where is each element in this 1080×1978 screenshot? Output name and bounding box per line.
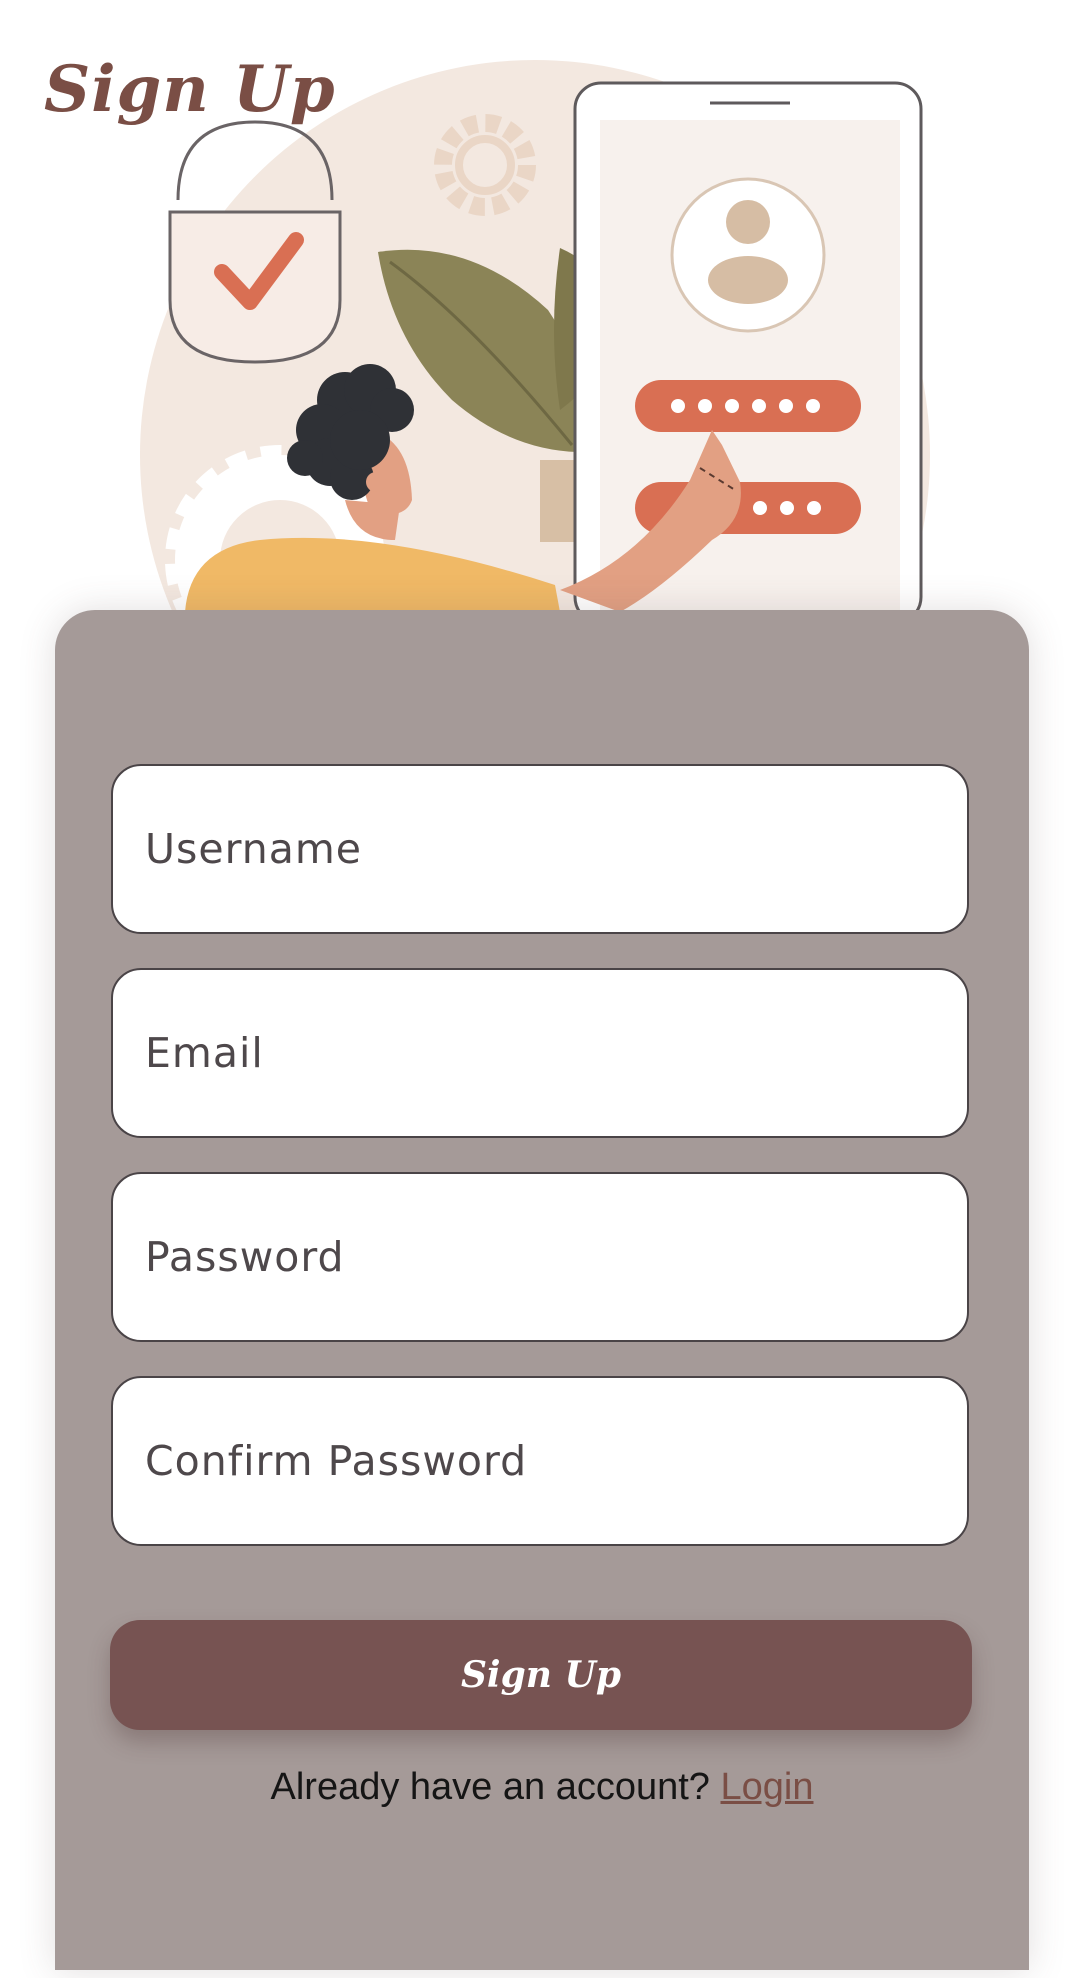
username-input[interactable] — [111, 764, 969, 934]
signup-card: Sign Up Already have an account? Login — [55, 610, 1029, 1970]
login-link[interactable]: Login — [721, 1766, 814, 1808]
email-input[interactable] — [111, 968, 969, 1138]
page-title: Sign Up — [44, 52, 336, 127]
user-avatar-icon — [670, 177, 826, 333]
login-prompt-text: Already have an account? — [270, 1766, 710, 1808]
login-prompt-row: Already have an account? Login — [55, 1766, 1029, 1809]
sign-up-button[interactable]: Sign Up — [110, 1620, 972, 1730]
password-input[interactable] — [111, 1172, 969, 1342]
confirm-password-input[interactable] — [111, 1376, 969, 1546]
